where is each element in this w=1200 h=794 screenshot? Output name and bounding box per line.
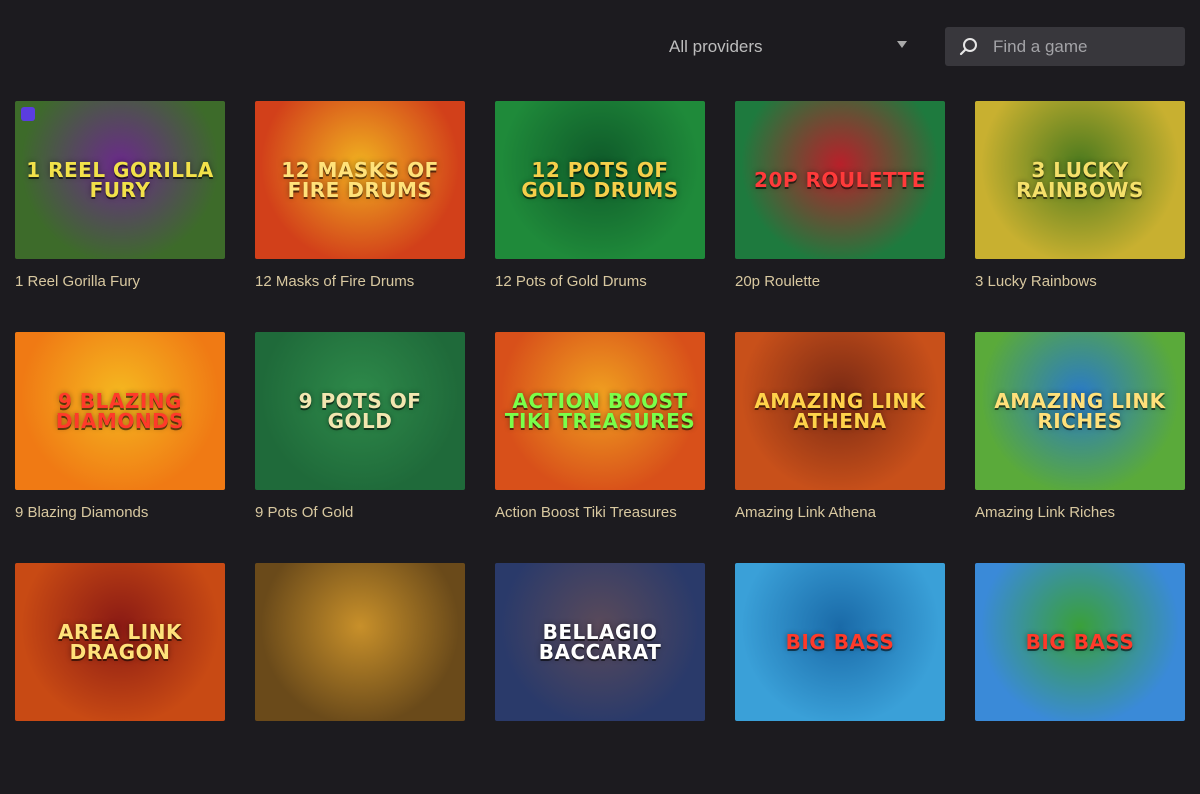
game-card[interactable]: Big Bass [735,563,945,794]
game-card[interactable]: Action Boost Tiki Treasures Action Boost … [495,332,705,563]
game-title[interactable]: 12 Pots of Gold Drums [495,273,705,290]
game-art [255,563,465,721]
game-logo: 9 Blazing Diamonds [55,389,185,433]
game-card[interactable]: 12 Masks of Fire Drums 12 Masks of Fire D… [255,101,465,332]
game-thumbnail[interactable]: 9 Pots Of Gold [255,332,465,490]
game-title[interactable]: 9 Pots Of Gold [255,504,465,521]
caret-down-icon [897,41,907,48]
game-thumbnail[interactable]: 9 Blazing Diamonds [15,332,225,490]
game-card[interactable] [255,563,465,794]
game-thumbnail[interactable]: Amazing Link Athena [735,332,945,490]
game-thumbnail[interactable]: Bellagio Baccarat [495,563,705,721]
game-card[interactable]: 12 Pots of Gold Drums 12 Pots of Gold Dru… [495,101,705,332]
game-logo: 12 Masks of Fire Drums [281,158,439,202]
provider-badge-icon [21,107,35,121]
game-thumbnail[interactable]: 20p Roulette [735,101,945,259]
game-logo: 3 Lucky Rainbows [1016,158,1144,202]
game-card[interactable]: 9 Pots Of Gold 9 Pots Of Gold [255,332,465,563]
game-card[interactable]: Big Bass [975,563,1185,794]
game-title[interactable]: 3 Lucky Rainbows [975,273,1185,290]
game-logo: Action Boost Tiki Treasures [504,389,696,433]
game-thumbnail[interactable]: Big Bass [975,563,1185,721]
game-card[interactable]: Bellagio Baccarat [495,563,705,794]
game-thumbnail[interactable]: 12 Masks of Fire Drums [255,101,465,259]
provider-dropdown[interactable]: All providers [655,28,925,66]
game-title[interactable]: Amazing Link Riches [975,504,1185,521]
game-logo: Big Bass [785,630,895,654]
game-card[interactable]: 1 Reel Gorilla Fury 1 Reel Gorilla Fury [15,101,225,332]
game-logo: Bellagio Baccarat [538,620,662,664]
game-card[interactable]: 9 Blazing Diamonds 9 Blazing Diamonds [15,332,225,563]
filter-bar: All providers [0,0,1200,90]
game-logo: 12 Pots of Gold Drums [521,158,679,202]
game-thumbnail[interactable]: Big Bass [735,563,945,721]
game-logo: 9 Pots Of Gold [298,389,422,433]
game-thumbnail[interactable]: Amazing Link Riches [975,332,1185,490]
search-field[interactable] [945,27,1185,66]
game-title[interactable]: 9 Blazing Diamonds [15,504,225,521]
provider-dropdown-label: All providers [669,37,763,56]
game-card[interactable]: Area Link Dragon [15,563,225,794]
game-logo: 20p Roulette [754,168,926,192]
game-logo: Area Link Dragon [58,620,182,664]
game-logo: Amazing Link Riches [994,389,1166,433]
search-input[interactable] [991,35,1175,58]
game-card[interactable]: Amazing Link Athena Amazing Link Athena [735,332,945,563]
game-card[interactable]: 20p Roulette 20p Roulette [735,101,945,332]
game-title[interactable]: 20p Roulette [735,273,945,290]
game-title[interactable]: Amazing Link Athena [735,504,945,521]
game-logo: Big Bass [1025,630,1135,654]
game-thumbnail[interactable]: Action Boost Tiki Treasures [495,332,705,490]
game-logo: 1 Reel Gorilla Fury [26,158,214,202]
game-card[interactable]: 3 Lucky Rainbows 3 Lucky Rainbows [975,101,1185,332]
game-card[interactable]: Amazing Link Riches Amazing Link Riches [975,332,1185,563]
game-logo: Amazing Link Athena [754,389,926,433]
game-title[interactable]: Action Boost Tiki Treasures [495,504,705,521]
game-thumbnail[interactable]: Area Link Dragon [15,563,225,721]
game-thumbnail[interactable]: 12 Pots of Gold Drums [495,101,705,259]
game-thumbnail[interactable]: 1 Reel Gorilla Fury [15,101,225,259]
search-icon [959,37,977,55]
game-thumbnail[interactable] [255,563,465,721]
game-title[interactable]: 12 Masks of Fire Drums [255,273,465,290]
game-thumbnail[interactable]: 3 Lucky Rainbows [975,101,1185,259]
game-grid: 1 Reel Gorilla Fury 1 Reel Gorilla Fury 12… [15,101,1185,794]
game-title[interactable]: 1 Reel Gorilla Fury [15,273,225,290]
